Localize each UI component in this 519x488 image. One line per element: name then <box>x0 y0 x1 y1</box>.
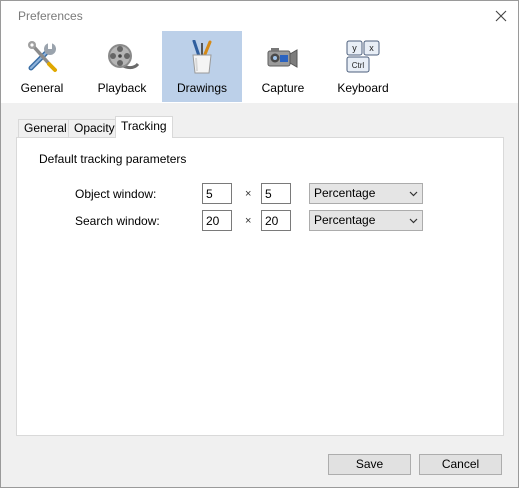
toolbar-capture[interactable]: Capture <box>247 31 319 102</box>
chevron-down-icon <box>409 191 418 197</box>
key-x: x <box>369 43 374 53</box>
object-window-height-input[interactable] <box>261 183 291 204</box>
key-y: y <box>352 43 357 53</box>
brushes-cup-icon <box>192 40 212 74</box>
toolbar-general[interactable]: General <box>5 31 79 102</box>
toolbar-capture-label: Capture <box>261 81 305 95</box>
search-window-width-input[interactable] <box>202 210 232 231</box>
toolbar-playback[interactable]: Playback <box>85 31 159 102</box>
toolbar-drawings[interactable]: Drawings <box>162 31 242 102</box>
close-icon <box>495 10 507 22</box>
tab-general[interactable]: General <box>18 119 73 138</box>
tab-opacity[interactable]: Opacity <box>68 119 121 138</box>
tools-icon <box>28 41 57 72</box>
search-window-unit-select[interactable]: Percentage <box>309 210 423 231</box>
toolbar-general-label: General <box>20 81 64 95</box>
section-title: Default tracking parameters <box>39 152 187 166</box>
cancel-button[interactable]: Cancel <box>419 454 502 475</box>
keyboard-keys-icon: y x Ctrl <box>346 40 380 73</box>
search-window-unit-value: Percentage <box>314 213 376 227</box>
toolbar-keyboard-label: Keyboard <box>337 81 389 95</box>
object-window-label: Object window: <box>75 187 157 201</box>
tab-tracking[interactable]: Tracking <box>115 116 173 138</box>
window-title: Preferences <box>18 9 83 23</box>
title-bar: Preferences <box>1 1 518 31</box>
preferences-toolbar: General Playback Drawings Capture y x Ct… <box>1 31 518 103</box>
film-reel-icon <box>108 44 139 70</box>
chevron-down-icon <box>409 218 418 224</box>
toolbar-drawings-label: Drawings <box>176 81 227 95</box>
object-window-times: × <box>245 188 252 200</box>
object-window-unit-select[interactable]: Percentage <box>309 183 423 204</box>
key-ctrl: Ctrl <box>352 61 365 70</box>
preferences-content: General Opacity Tracking Default trackin… <box>16 116 504 436</box>
save-button[interactable]: Save <box>328 454 411 475</box>
object-window-width-input[interactable] <box>202 183 232 204</box>
preferences-window: Preferences General Playback Drawings Ca… <box>0 0 519 488</box>
tracking-panel: Default tracking parameters Object windo… <box>16 137 504 436</box>
object-window-unit-value: Percentage <box>314 186 376 200</box>
close-button[interactable] <box>487 5 515 27</box>
search-window-times: × <box>245 215 252 227</box>
camera-icon <box>267 48 298 68</box>
toolbar-keyboard[interactable]: y x Ctrl Keyboard <box>327 31 399 102</box>
search-window-height-input[interactable] <box>261 210 291 231</box>
toolbar-playback-label: Playback <box>97 81 147 95</box>
search-window-label: Search window: <box>75 214 160 228</box>
